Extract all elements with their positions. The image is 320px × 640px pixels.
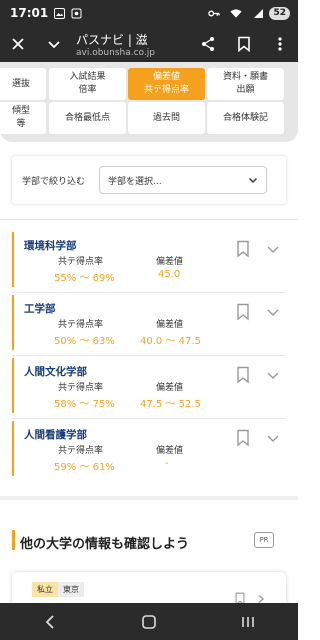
score-value: 59% 〜 61% xyxy=(54,462,115,473)
browser-toolbar: パスナビ | 滋 avi.obunsha.co.jp xyxy=(0,26,298,62)
location-badge: 東京 xyxy=(58,582,84,597)
tab-label: 偏差値 共テ得点率 xyxy=(143,72,189,95)
deviation-label: 偏差値 xyxy=(156,446,184,456)
screenshot-icon xyxy=(70,7,82,19)
pr-badge: PR xyxy=(254,532,274,548)
tab-area: 選抜 入試結果 倍率 偏差値 共テ得点率 資料・願書 出願 傾型 等 合格最低点… xyxy=(0,62,298,142)
score-value: 50% 〜 63% xyxy=(54,336,115,347)
faculty-name: 工学部 xyxy=(24,303,56,315)
other-universities-title: 他の大学の情報も確認しよう xyxy=(20,537,190,552)
tab-exam-results[interactable]: 入試結果 倍率 xyxy=(49,68,126,100)
faculty-row[interactable]: 人間文化学部 共テ得点率 58% 〜 75% 偏差値 47.5 〜 52.5 xyxy=(12,358,286,413)
tab-label: 合格最低点 xyxy=(64,112,110,123)
chevron-down-icon[interactable] xyxy=(266,431,280,445)
expand-button[interactable] xyxy=(36,26,72,62)
divider xyxy=(0,219,298,220)
bookmark-icon[interactable] xyxy=(236,303,250,321)
tab-success-stories[interactable]: 合格体験記 xyxy=(207,102,284,134)
accent-bar xyxy=(12,232,14,287)
deviation-value: 47.5 〜 52.5 xyxy=(140,399,201,410)
row-divider xyxy=(12,355,286,356)
chevron-down-icon[interactable] xyxy=(266,242,280,256)
tab-exam-type[interactable]: 傾型 等 xyxy=(0,102,46,134)
deviation-label: 偏差値 xyxy=(156,383,184,393)
faculty-name: 人間文化学部 xyxy=(24,366,87,378)
chevron-down-icon[interactable] xyxy=(266,368,280,382)
signal-icon xyxy=(252,7,264,19)
deviation-value: - xyxy=(165,458,169,469)
system-nav-bar xyxy=(0,603,298,640)
chevron-down-icon xyxy=(48,41,60,49)
menu-button[interactable] xyxy=(262,26,298,62)
chevron-down-icon[interactable] xyxy=(266,305,280,319)
deviation-label: 偏差値 xyxy=(156,320,184,330)
wifi-icon xyxy=(230,7,243,19)
bookmark-icon[interactable] xyxy=(236,366,250,384)
private-badge: 私立 xyxy=(32,582,58,597)
faculty-row[interactable]: 環境科学部 共テ得点率 55% 〜 69% 偏差値 45.0 xyxy=(12,232,286,287)
battery-indicator: 52 xyxy=(269,6,290,20)
key-icon xyxy=(208,7,221,19)
back-icon xyxy=(45,614,54,629)
nav-back-button[interactable] xyxy=(30,607,70,637)
tab-deviation[interactable]: 偏差値 共テ得点率 xyxy=(128,68,205,100)
tab-past-exams[interactable]: 過去問 xyxy=(128,102,205,134)
section-accent-bar xyxy=(12,530,15,550)
tab-minimum-score[interactable]: 合格最低点 xyxy=(49,102,126,134)
home-icon xyxy=(142,614,156,629)
close-icon xyxy=(12,38,24,50)
tab-label: 傾型 等 xyxy=(11,106,30,129)
share-icon xyxy=(202,37,214,51)
status-bar: 17:01 52 xyxy=(0,0,298,26)
address-area[interactable]: パスナビ | 滋 avi.obunsha.co.jp xyxy=(72,31,190,58)
more-vert-icon xyxy=(278,37,282,51)
tab-selection[interactable]: 選抜 xyxy=(0,68,46,100)
accent-bar xyxy=(12,421,14,476)
close-button[interactable] xyxy=(0,26,36,62)
faculty-row[interactable]: 工学部 共テ得点率 50% 〜 63% 偏差値 40.0 〜 47.5 xyxy=(12,295,286,350)
deviation-label: 偏差値 xyxy=(156,257,184,267)
bookmark-button[interactable] xyxy=(226,26,262,62)
nav-home-button[interactable] xyxy=(129,607,169,637)
image-icon xyxy=(53,7,65,19)
recents-icon xyxy=(242,616,255,627)
share-button[interactable] xyxy=(190,26,226,62)
faculty-name: 人間看護学部 xyxy=(24,429,87,441)
score-value: 55% 〜 69% xyxy=(54,273,115,284)
score-value: 58% 〜 75% xyxy=(54,399,115,410)
filter-label: 学部で絞り込む xyxy=(22,176,86,187)
page-url: avi.obunsha.co.jp xyxy=(76,47,155,58)
tab-documents[interactable]: 資料・願書 出願 xyxy=(207,68,284,100)
score-label: 共テ得点率 xyxy=(58,257,104,267)
deviation-value: 45.0 xyxy=(158,269,181,280)
faculty-select-placeholder: 学部を選択... xyxy=(108,176,162,187)
tab-label: 入試結果 倍率 xyxy=(69,72,106,95)
nav-recents-button[interactable] xyxy=(228,607,268,637)
tab-label: 資料・願書 出願 xyxy=(222,72,268,95)
accent-bar xyxy=(12,358,14,413)
tab-label: 合格体験記 xyxy=(222,112,268,123)
bookmark-icon[interactable] xyxy=(236,429,250,447)
faculty-name: 環境科学部 xyxy=(24,240,77,252)
score-label: 共テ得点率 xyxy=(58,320,104,330)
tab-label: 過去問 xyxy=(152,112,180,123)
faculty-select[interactable]: 学部を選択... xyxy=(99,166,268,194)
status-time: 17:01 xyxy=(10,6,49,20)
faculty-row[interactable]: 人間看護学部 共テ得点率 59% 〜 61% 偏差値 - xyxy=(12,421,286,476)
section-divider xyxy=(0,496,298,500)
row-divider xyxy=(12,418,286,419)
tab-label: 選抜 xyxy=(11,78,30,89)
bookmark-icon xyxy=(238,36,250,52)
accent-bar xyxy=(12,295,14,350)
page-title: パスナビ | 滋 xyxy=(76,32,148,47)
chevron-down-icon xyxy=(248,175,258,185)
score-label: 共テ得点率 xyxy=(58,446,104,456)
bookmark-icon[interactable] xyxy=(236,240,250,258)
deviation-value: 40.0 〜 47.5 xyxy=(140,336,201,347)
row-divider xyxy=(12,292,286,293)
score-label: 共テ得点率 xyxy=(58,383,104,393)
faculty-filter-card: 学部で絞り込む 学部を選択... xyxy=(12,156,286,204)
